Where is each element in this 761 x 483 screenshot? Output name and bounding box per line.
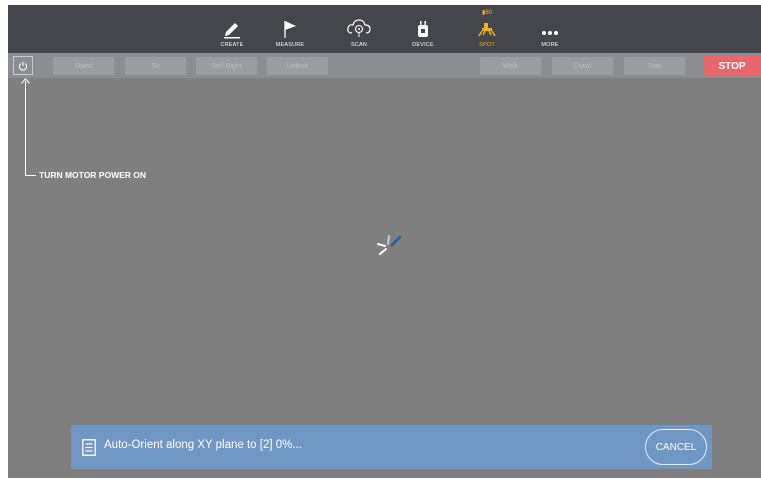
app-frame: CREATE MEASURE SCAN DEVICE ▮80 SPOT MORE… — [8, 5, 761, 478]
walk-button[interactable]: Walk — [480, 57, 541, 75]
nav-spot-label: SPOT — [479, 42, 495, 48]
power-icon — [18, 61, 28, 71]
cancel-button[interactable]: CANCEL — [645, 429, 707, 465]
top-nav-bar: CREATE MEASURE SCAN DEVICE ▮80 SPOT MORE — [8, 5, 761, 53]
flag-icon — [284, 21, 296, 38]
sit-button[interactable]: Sit — [125, 57, 186, 75]
stair-button[interactable]: Stair — [624, 57, 685, 75]
nav-more-label: MORE — [541, 42, 559, 48]
unlock-button[interactable]: Unlock — [267, 57, 328, 75]
nav-measure-label: MEASURE — [275, 42, 305, 48]
more-dots-icon — [542, 31, 558, 35]
loading-spinner-icon — [377, 235, 402, 255]
motor-power-button[interactable] — [13, 56, 33, 75]
self-right-button[interactable]: Self Right — [196, 57, 257, 75]
robot-spot-icon — [478, 23, 496, 37]
status-bar: Auto-Orient along XY plane to [2] 0%... … — [71, 425, 712, 469]
nav-create-label: CREATE — [220, 42, 244, 48]
nav-scan-label: SCAN — [350, 42, 368, 48]
stand-button[interactable]: Stand — [53, 57, 114, 75]
annotation-line-horizontal — [25, 175, 36, 176]
cloud-scan-icon — [347, 19, 371, 37]
robot-control-bar: Stand Sit Self Right Unlock Walk Crawl S… — [8, 53, 761, 78]
nav-device[interactable]: DEVICE — [395, 5, 451, 53]
status-message: Auto-Orient along XY plane to [2] 0%... — [104, 439, 302, 451]
annotation-label: TURN MOTOR POWER ON — [39, 170, 147, 180]
document-icon — [82, 439, 96, 456]
nav-device-label: DEVICE — [412, 42, 434, 48]
nav-create[interactable]: CREATE — [204, 5, 260, 53]
nav-spot[interactable]: ▮80 SPOT — [459, 5, 515, 53]
device-icon — [418, 21, 428, 37]
crawl-button[interactable]: Crawl — [552, 57, 613, 75]
nav-scan[interactable]: SCAN — [331, 5, 387, 53]
nav-more[interactable]: MORE — [522, 5, 578, 53]
pencil-icon — [224, 23, 240, 39]
annotation-line-vertical — [25, 81, 26, 175]
battery-badge: ▮80 — [482, 10, 492, 16]
stop-button[interactable]: STOP — [703, 56, 761, 76]
nav-measure[interactable]: MEASURE — [262, 5, 318, 53]
